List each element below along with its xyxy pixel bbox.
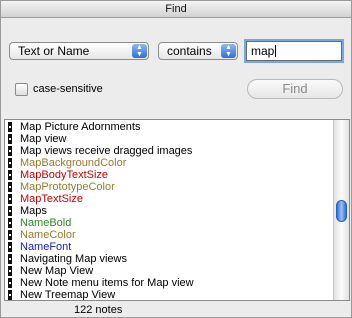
note-icon bbox=[8, 242, 12, 252]
case-sensitive-label[interactable]: case-sensitive bbox=[33, 83, 103, 96]
list-item[interactable]: New Treemap View bbox=[5, 289, 330, 301]
note-icon bbox=[8, 278, 12, 288]
list-item[interactable]: MapBackgroundColor bbox=[5, 157, 330, 169]
list-item-label: Map Picture Adornments bbox=[20, 121, 141, 133]
note-icon bbox=[8, 134, 12, 144]
list-item-label: NameBold bbox=[20, 217, 72, 229]
search-input[interactable]: map bbox=[246, 41, 342, 61]
list-item[interactable]: Map Picture Adornments bbox=[5, 121, 330, 133]
find-window: Find Text or Name ▲ ▼ contains ▲ ▼ map cas… bbox=[0, 0, 352, 318]
note-icon bbox=[8, 230, 12, 240]
list-item-label: New Map View bbox=[20, 265, 94, 277]
list-item[interactable]: NameColor bbox=[5, 229, 330, 241]
list-item[interactable]: MapPrototypeColor bbox=[5, 181, 330, 193]
list-item-label: MapBackgroundColor bbox=[20, 157, 127, 169]
note-icon bbox=[8, 218, 12, 228]
results-list[interactable]: Map Picture Adornments Map view Map views … bbox=[4, 119, 350, 301]
popup-arrows-icon: ▲ ▼ bbox=[221, 44, 236, 58]
note-icon bbox=[8, 158, 12, 168]
list-item-label: MapBodyTextSize bbox=[20, 169, 109, 181]
list-item-label: Map views receive dragged images bbox=[20, 145, 193, 157]
note-icon bbox=[8, 290, 12, 300]
field-select-label: Text or Name bbox=[18, 44, 90, 58]
note-icon bbox=[8, 146, 12, 156]
find-button[interactable]: Find bbox=[247, 79, 343, 99]
search-input-value: map bbox=[251, 44, 275, 58]
list-item[interactable]: NameBold bbox=[5, 217, 330, 229]
list-item[interactable]: Navigating Map views bbox=[5, 253, 330, 265]
status-bar: 122 notes bbox=[1, 304, 351, 317]
list-item[interactable]: New Map View bbox=[5, 265, 330, 277]
list-item[interactable]: Maps bbox=[5, 205, 330, 217]
note-icon bbox=[8, 182, 12, 192]
list-item[interactable]: Map view bbox=[5, 133, 330, 145]
note-icon bbox=[8, 266, 12, 276]
note-icon bbox=[8, 254, 12, 264]
operator-select[interactable]: contains ▲ ▼ bbox=[158, 42, 238, 60]
list-item[interactable]: Map views receive dragged images bbox=[5, 145, 330, 157]
list-item-label: Map view bbox=[20, 133, 67, 145]
note-count: 122 notes bbox=[74, 304, 123, 316]
window-title[interactable]: Find bbox=[1, 1, 351, 18]
list-item-label: Navigating Map views bbox=[20, 253, 127, 265]
note-icon bbox=[8, 206, 12, 216]
list-item-label: Maps bbox=[20, 205, 47, 217]
list-item-label: New Note menu items for Map view bbox=[20, 277, 194, 289]
note-icon bbox=[8, 194, 12, 204]
operator-select-label: contains bbox=[167, 44, 212, 58]
list-item[interactable]: MapBodyTextSize bbox=[5, 169, 330, 181]
scrollbar-thumb[interactable] bbox=[336, 200, 347, 222]
list-item-label: NameColor bbox=[20, 229, 76, 241]
field-select[interactable]: Text or Name ▲ ▼ bbox=[9, 42, 149, 60]
list-item[interactable]: MapTextSize bbox=[5, 193, 330, 205]
list-item-label: MapTextSize bbox=[20, 193, 83, 205]
vertical-scrollbar[interactable] bbox=[333, 120, 349, 300]
text-caret bbox=[275, 45, 277, 57]
list-item-label: NameFont bbox=[20, 241, 72, 253]
note-icon bbox=[8, 170, 12, 180]
list-item-label: New Treemap View bbox=[20, 289, 116, 301]
list-item-label: MapPrototypeColor bbox=[20, 181, 115, 193]
list-item[interactable]: NameFont bbox=[5, 241, 330, 253]
list-item[interactable]: New Note menu items for Map view bbox=[5, 277, 330, 289]
case-sensitive-checkbox[interactable] bbox=[15, 83, 28, 96]
note-icon bbox=[8, 122, 12, 132]
popup-arrows-icon: ▲ ▼ bbox=[132, 44, 147, 58]
